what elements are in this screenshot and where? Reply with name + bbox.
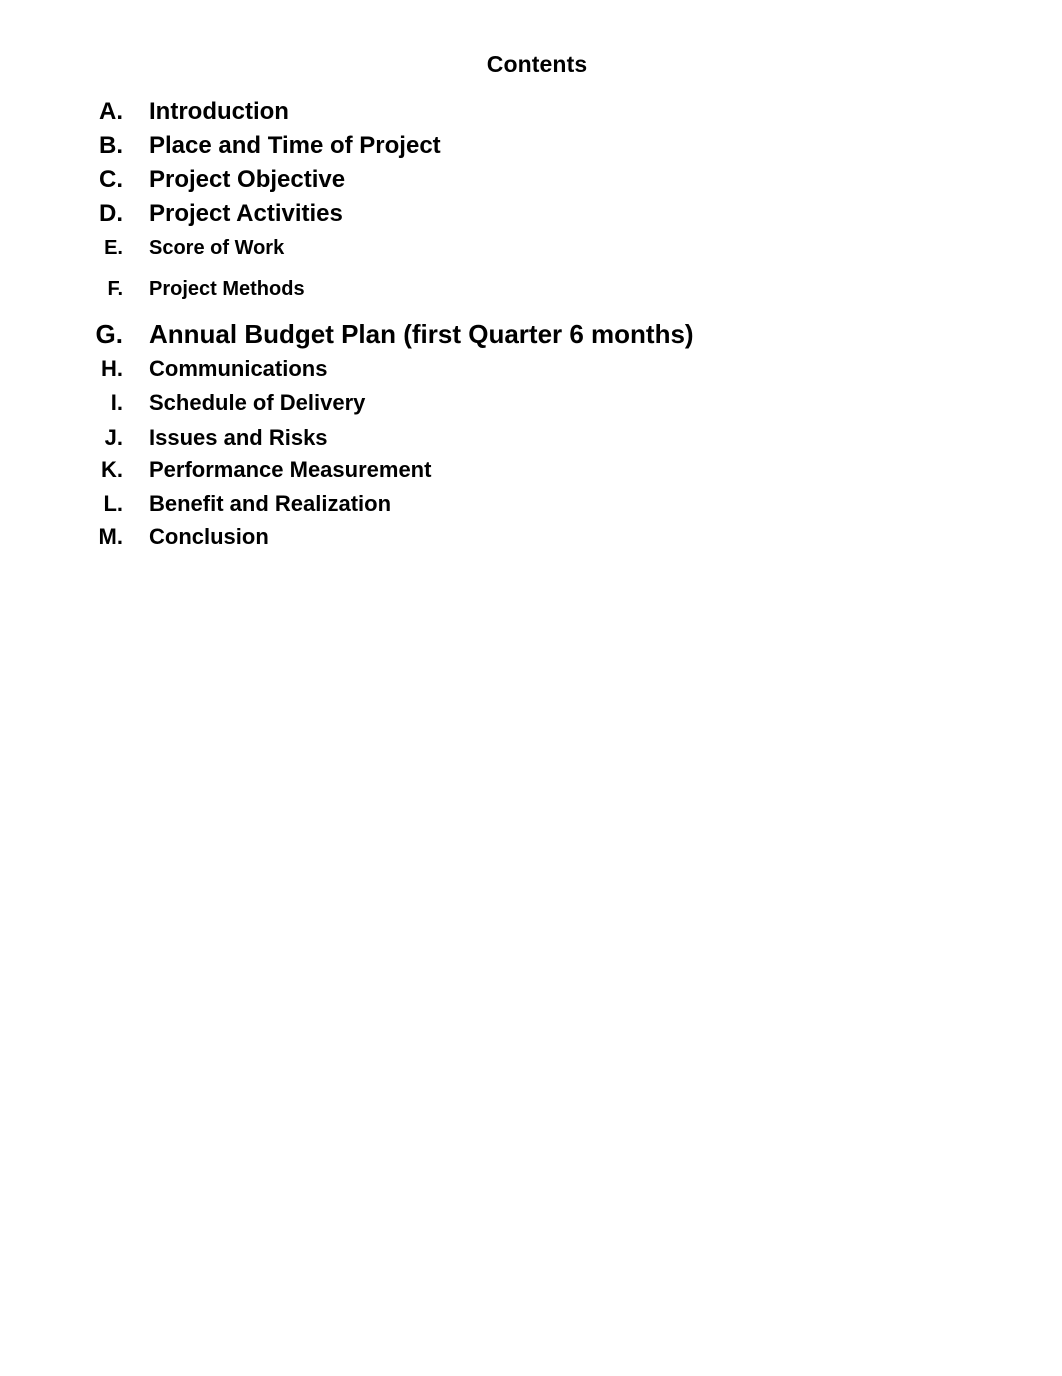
toc-label: Place and Time of Project — [149, 132, 441, 159]
toc-marker: C. — [99, 166, 123, 193]
toc-marker: E. — [104, 237, 123, 259]
toc-marker: B. — [99, 132, 123, 159]
toc-entry-b[interactable]: B. Place and Time of Project — [0, 133, 1000, 159]
toc-marker: D. — [99, 200, 123, 227]
toc-marker: L. — [103, 491, 123, 516]
toc-label: Issues and Risks — [149, 425, 328, 450]
toc-label: Benefit and Realization — [149, 491, 392, 516]
document-page: Contents A. Introduction B. Place and Ti… — [0, 0, 1062, 1376]
toc-marker: J. — [104, 425, 123, 450]
toc-entry-k[interactable]: K. Performance Measurement — [0, 458, 1000, 482]
toc-label: Project Objective — [149, 166, 346, 193]
toc-entry-a[interactable]: A. Introduction — [0, 99, 1000, 125]
toc-marker: A. — [99, 98, 123, 125]
toc-entry-c[interactable]: C. Project Objective — [0, 167, 1000, 193]
toc-entry-e[interactable]: E. Score of Work — [0, 237, 1000, 259]
toc-label: Project Methods — [149, 278, 305, 300]
toc-label: Conclusion — [149, 524, 269, 549]
toc-label: Score of Work — [149, 237, 285, 259]
toc-marker: H. — [101, 356, 123, 381]
page-title: Contents — [486, 51, 588, 77]
toc-entry-f[interactable]: F. Project Methods — [0, 278, 1000, 300]
toc-label: Performance Measurement — [149, 457, 432, 482]
toc-entry-l[interactable]: L. Benefit and Realization — [0, 492, 1000, 516]
toc-entry-j[interactable]: J. Issues and Risks — [0, 426, 1000, 450]
toc-label: Project Activities — [149, 200, 343, 227]
toc-label: Introduction — [149, 98, 289, 125]
toc-marker: K. — [101, 457, 123, 482]
toc-marker: G. — [95, 319, 123, 349]
toc-entry-i[interactable]: I. Schedule of Delivery — [0, 391, 1000, 415]
toc-label: Schedule of Delivery — [149, 390, 366, 415]
toc-entry-h[interactable]: H. Communications — [0, 357, 1000, 381]
toc-entry-d[interactable]: D. Project Activities — [0, 201, 1000, 227]
toc-entry-g[interactable]: G. Annual Budget Plan (first Quarter 6 m… — [0, 320, 1000, 348]
toc-marker: M. — [98, 524, 123, 549]
toc-label: Communications — [149, 356, 328, 381]
toc-entry-m[interactable]: M. Conclusion — [0, 525, 1000, 549]
toc-marker: I. — [110, 390, 123, 415]
toc-marker: F. — [107, 278, 123, 300]
toc-label: Annual Budget Plan (first Quarter 6 mont… — [149, 319, 694, 349]
